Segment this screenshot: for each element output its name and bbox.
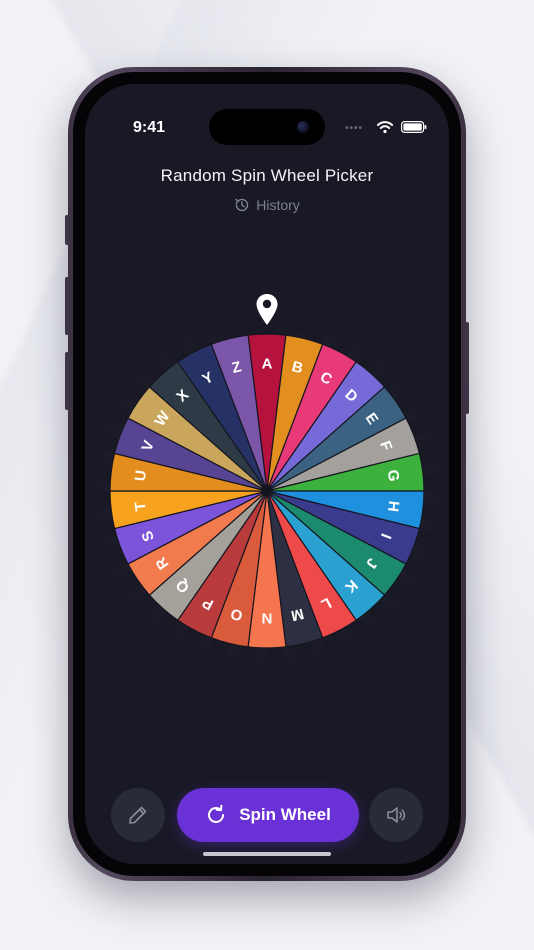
map-pin-icon <box>256 294 278 325</box>
wheel-label-g: G <box>384 469 402 483</box>
wheel-label-u: U <box>132 469 150 482</box>
pencil-icon <box>129 806 147 824</box>
wheel-label-n: N <box>262 610 273 627</box>
edit-button[interactable] <box>111 788 165 842</box>
wheel-label-h: H <box>384 500 402 513</box>
wheel-label-a: A <box>262 356 273 373</box>
speaker-icon <box>387 807 406 823</box>
spin-wheel-button[interactable]: Spin Wheel <box>177 788 359 842</box>
app-screen: 9:41 •••• Random Spin Wheel Picker Histo… <box>85 84 449 864</box>
volume-up-button <box>65 277 69 335</box>
sound-toggle-button[interactable] <box>369 788 423 842</box>
volume-down-button <box>65 352 69 410</box>
spin-wheel[interactable]: A BCDEFGHIJKLMNOPQRSTUVWXYZ <box>85 84 449 864</box>
action-button <box>65 215 69 245</box>
phone-frame: 9:41 •••• Random Spin Wheel Picker Histo… <box>65 67 469 881</box>
home-indicator <box>203 852 331 856</box>
power-button <box>465 322 469 414</box>
spin-button-label: Spin Wheel <box>239 805 331 824</box>
refresh-icon <box>208 804 225 823</box>
